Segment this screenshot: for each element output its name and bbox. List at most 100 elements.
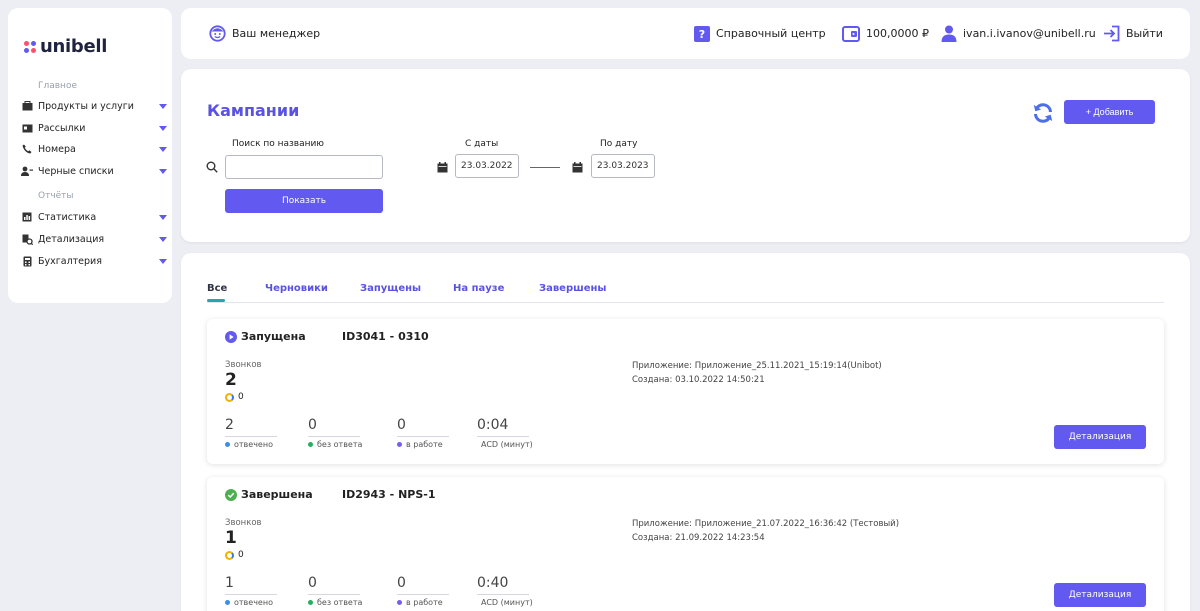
stat-value: 0 <box>397 417 406 433</box>
tab-drafts[interactable]: Черновики <box>265 283 328 294</box>
balance-link[interactable]: 100,0000 ₽ <box>842 8 929 59</box>
sidebar-item-numbers[interactable]: Номера <box>21 140 167 158</box>
stat-label-row: без ответа <box>308 598 363 607</box>
sidebar-item-accounting[interactable]: Бухгалтерия <box>21 252 167 270</box>
calls-label: Звонков <box>225 518 262 528</box>
tab-paused[interactable]: На паузе <box>453 283 504 294</box>
stat-value: 0 <box>308 417 317 433</box>
stat-label: в работе <box>406 440 443 449</box>
campaign-list-panel: Все Черновики Запущены На паузе Завершен… <box>181 253 1190 611</box>
sidebar-item-products[interactable]: Продукты и услуги <box>21 97 167 115</box>
refresh-icon <box>1033 103 1053 123</box>
sidebar-item-label: Детализация <box>38 233 105 245</box>
campaign-status-label: Завершена <box>241 488 313 501</box>
chevron-down-icon <box>159 146 167 152</box>
calendar-icon <box>572 162 583 173</box>
phone-icon <box>21 143 33 155</box>
sidebar-item-mailings[interactable]: Рассылки <box>21 119 167 137</box>
date-to-input[interactable] <box>591 154 655 178</box>
tab-label: Все <box>207 283 228 294</box>
stat-value: 1 <box>225 575 234 591</box>
status-tabs: Все Черновики Запущены На паузе Завершен… <box>207 283 1164 303</box>
chevron-down-icon <box>159 103 167 109</box>
stat-label: ACD (минут) <box>481 598 533 607</box>
manager-label: Ваш менеджер <box>232 27 321 40</box>
stat-value: 0:40 <box>477 575 509 591</box>
profile-link[interactable]: ivan.i.ivanov@unibell.ru <box>941 8 1096 59</box>
sidebar-item-label: Номера <box>38 143 76 155</box>
status-dot <box>225 442 230 447</box>
logout-button[interactable]: Выйти <box>1103 8 1163 59</box>
balance-value: 100,0000 ₽ <box>866 27 929 40</box>
filters-panel: Кампании + Добавить Поиск по названию По… <box>181 69 1190 242</box>
tab-all[interactable]: Все <box>207 283 228 302</box>
user-email: ivan.i.ivanov@unibell.ru <box>963 27 1096 40</box>
details-button[interactable]: Детализация <box>1054 425 1146 449</box>
campaign-id: ID3041 - 0310 <box>342 330 429 343</box>
calls-sub: 0 <box>225 392 244 402</box>
user-icon <box>941 25 957 42</box>
campaign-id: ID2943 - NPS-1 <box>342 488 436 501</box>
add-campaign-button[interactable]: + Добавить <box>1064 100 1155 124</box>
logout-label: Выйти <box>1126 27 1163 40</box>
logo-dots-icon <box>24 40 36 53</box>
check-circle-icon <box>225 488 237 501</box>
sidebar-item-label: Бухгалтерия <box>38 255 102 267</box>
campaign-card: Запущена ID3041 - 0310 Звонков 2 0 Прило… <box>207 319 1164 464</box>
stat-label-row: в работе <box>397 598 452 607</box>
date-to-label: По дату <box>600 139 638 149</box>
campaign-status: Запущена <box>225 330 306 343</box>
status-dot <box>397 442 402 447</box>
tab-finished[interactable]: Завершены <box>539 283 606 294</box>
stat-label: отвечено <box>234 440 273 449</box>
stat-in-progress: 0 в работе <box>397 575 452 607</box>
stat-in-progress: 0 в работе <box>397 417 452 449</box>
status-dot <box>308 442 313 447</box>
manager-link[interactable]: Ваш менеджер <box>209 8 320 59</box>
campaign-app: Приложение: Приложение_25.11.2021_15:19:… <box>632 361 882 371</box>
wallet-icon <box>842 25 860 42</box>
campaign-app: Приложение: Приложение_21.07.2022_16:36:… <box>632 519 900 529</box>
stat-value: 0:04 <box>477 417 509 433</box>
calendar-icon <box>437 162 448 173</box>
stat-divider <box>477 594 529 595</box>
stat-acd: 0:40 ACD (минут) <box>477 575 533 607</box>
sidebar-item-statistics[interactable]: Статистика <box>21 208 167 226</box>
sidebar-item-label: Черные списки <box>38 165 114 177</box>
details-button[interactable]: Детализация <box>1054 583 1146 607</box>
calls-sub-value: 0 <box>238 392 244 402</box>
campaign-created: Создана: 21.09.2022 14:23:54 <box>632 533 765 543</box>
stat-answered: 1 отвечено <box>225 575 280 607</box>
stat-divider <box>308 436 360 437</box>
logo-text: unibell <box>40 36 108 57</box>
status-dot <box>397 600 402 605</box>
campaign-created: Создана: 03.10.2022 14:50:21 <box>632 375 765 385</box>
box-icon <box>21 100 33 112</box>
date-range-separator <box>530 167 560 168</box>
logo[interactable]: unibell <box>24 36 107 57</box>
help-center-label: Справочный центр <box>716 27 826 40</box>
help-icon: ? <box>694 25 710 42</box>
search-input[interactable] <box>225 155 383 179</box>
chevron-down-icon <box>159 236 167 242</box>
progress-ring-icon <box>225 392 234 402</box>
show-button[interactable]: Показать <box>225 189 383 213</box>
sidebar-item-details[interactable]: Детализация <box>21 230 167 248</box>
tab-running[interactable]: Запущены <box>360 283 421 294</box>
calls-label: Звонков <box>225 360 262 370</box>
stat-no-answer: 0 без ответа <box>308 417 363 449</box>
user-block-icon <box>21 165 33 177</box>
date-from-input[interactable] <box>455 154 519 178</box>
calls-sub-value: 0 <box>238 550 244 560</box>
svg-text:?: ? <box>699 28 705 41</box>
calls-sub: 0 <box>225 550 244 560</box>
refresh-button[interactable] <box>1031 101 1055 125</box>
page-title: Кампании <box>207 101 300 120</box>
stat-divider <box>225 436 277 437</box>
chevron-down-icon <box>159 258 167 264</box>
help-center-link[interactable]: ? Справочный центр <box>694 8 826 59</box>
calls-value: 2 <box>225 370 237 390</box>
stat-label: отвечено <box>234 598 273 607</box>
sidebar-item-blacklists[interactable]: Черные списки <box>21 162 167 180</box>
chart-icon <box>21 211 33 223</box>
